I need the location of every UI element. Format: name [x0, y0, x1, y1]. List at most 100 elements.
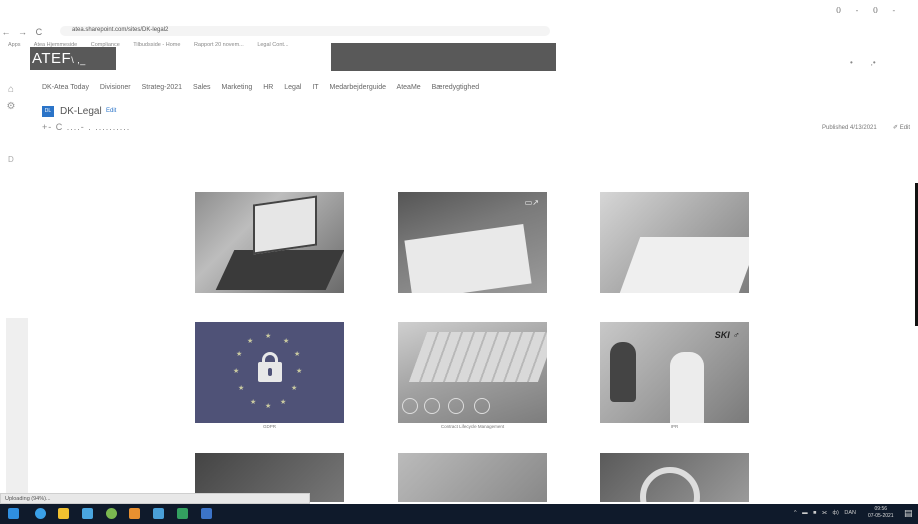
- tile-caption-ski[interactable]: IPR: [600, 424, 749, 429]
- eu-star-icon: ★: [265, 403, 272, 410]
- paper-sheet: [404, 223, 532, 293]
- settings-icon[interactable]: ⚙: [0, 101, 22, 112]
- tile-row3-2[interactable]: [398, 453, 547, 502]
- tray-language[interactable]: DAN: [844, 510, 856, 516]
- atef-suffix: \ ,_: [71, 55, 86, 65]
- tray-network-icon[interactable]: ⫘: [822, 510, 827, 516]
- teams-icon[interactable]: [82, 508, 93, 519]
- bookmark-item[interactable]: Rapport 20 novem...: [194, 42, 244, 48]
- tile-caption-gdpr[interactable]: GDPR: [195, 424, 344, 429]
- left-panel-strip: [6, 318, 28, 494]
- back-icon[interactable]: ←: [0, 27, 12, 37]
- tile-gdpr[interactable]: ★ ★ ★ ★ ★ ★ ★ ★ ★ ★ ★ ★: [195, 322, 344, 423]
- nav-item[interactable]: IT: [312, 84, 318, 91]
- eu-star-icon: ★: [233, 368, 240, 375]
- bookmark-item[interactable]: Legal Cont...: [257, 42, 288, 48]
- eu-star-icon: ★: [291, 385, 298, 392]
- address-bar-url[interactable]: atea.sharepoint.com/sites/DK-legal2: [72, 27, 168, 33]
- window-control[interactable]: 0: [873, 6, 878, 15]
- notification-icon[interactable]: ▤: [904, 508, 913, 519]
- tray-chevron-icon[interactable]: ^: [794, 510, 797, 516]
- atef-label: ATEF: [32, 50, 72, 67]
- breadcrumb: +- C ....- . ..........: [42, 122, 131, 132]
- extension-icon[interactable]: •: [850, 58, 853, 67]
- process-icon: [402, 398, 418, 414]
- redaction-box-right: [331, 43, 556, 71]
- nav-item[interactable]: Bæredygtighed: [432, 84, 479, 91]
- tray-onedrive-icon[interactable]: ▬: [802, 510, 808, 516]
- tray-volume-icon[interactable]: ф): [833, 510, 839, 516]
- left-app-rail: ⌂ ⚙: [0, 80, 22, 124]
- clock-date: 07-05-2021: [868, 513, 894, 519]
- laptop-screen: [253, 195, 317, 255]
- tile-ski[interactable]: SKI ♂: [600, 322, 749, 423]
- tile-laptop[interactable]: [195, 192, 344, 293]
- edge-icon[interactable]: [35, 508, 46, 519]
- process-icon: [474, 398, 490, 414]
- site-title[interactable]: DK-Legal: [60, 106, 102, 117]
- nav-item[interactable]: Legal: [284, 84, 301, 91]
- eu-star-icon: ★: [250, 399, 257, 406]
- eu-star-icon: ★: [238, 385, 245, 392]
- eu-star-icon: ★: [283, 338, 290, 345]
- tile-row3-3[interactable]: [600, 453, 749, 502]
- stray-text: D: [8, 155, 14, 164]
- site-edit-link[interactable]: Edit: [106, 108, 116, 114]
- taskbar-clock[interactable]: 09:56 07-05-2021: [868, 506, 894, 520]
- person-figure: [670, 352, 704, 423]
- nav-item[interactable]: Sales: [193, 84, 211, 91]
- site-logo[interactable]: DL: [42, 106, 54, 117]
- atef-overlay-text: ATEF\ ,_: [32, 50, 86, 67]
- eu-star-icon: ★: [280, 399, 287, 406]
- nav-item[interactable]: HR: [263, 84, 273, 91]
- process-icon: [448, 398, 464, 414]
- upload-status-bar: Uploading (94%)...: [0, 493, 310, 504]
- eu-star-icon: ★: [296, 368, 303, 375]
- file-explorer-icon[interactable]: [58, 508, 69, 519]
- window-controls: 0 - 0 -: [836, 6, 916, 15]
- nav-item[interactable]: DK-Atea Today: [42, 84, 89, 91]
- excel-icon[interactable]: [177, 508, 188, 519]
- eu-star-icon: ★: [294, 351, 301, 358]
- ring-image: [640, 467, 700, 502]
- nav-item[interactable]: Marketing: [222, 84, 253, 91]
- keyboard-image: [408, 332, 547, 382]
- eu-star-icon: ★: [265, 333, 272, 340]
- tray-battery-icon[interactable]: ■: [813, 510, 816, 516]
- bookmark-apps[interactable]: Apps: [8, 42, 21, 48]
- home-icon[interactable]: ⌂: [0, 84, 22, 95]
- page-edit-button[interactable]: ✐ Edit: [893, 124, 910, 131]
- system-tray: ^ ▬ ■ ⫘ ф) DAN: [794, 510, 860, 517]
- tile-documents[interactable]: ▭↗: [398, 192, 547, 293]
- nav-item[interactable]: Strateg-2021: [142, 84, 182, 91]
- chrome-icon[interactable]: [106, 508, 117, 519]
- forward-icon[interactable]: →: [16, 27, 28, 37]
- tile-meeting[interactable]: [600, 192, 749, 293]
- outlook-icon[interactable]: [153, 508, 164, 519]
- window-control[interactable]: -: [856, 6, 859, 15]
- bookmark-item[interactable]: Tilbudsside - Home: [133, 42, 180, 48]
- desk-papers: [619, 237, 749, 293]
- extension-icon[interactable]: ,•: [871, 58, 876, 67]
- eu-star-icon: ★: [247, 338, 254, 345]
- eu-star-icon: ★: [236, 351, 243, 358]
- tile-caption-contract[interactable]: Contract Lifecycle Management: [398, 424, 547, 429]
- start-windows-icon[interactable]: [8, 508, 19, 519]
- window-control[interactable]: -: [893, 6, 896, 15]
- ski-logo: SKI ♂: [714, 330, 739, 340]
- lock-keyhole: [268, 368, 272, 376]
- nav-item[interactable]: Medarbejderguide: [330, 84, 386, 91]
- nav-item[interactable]: AteaMe: [397, 84, 421, 91]
- clock-time: 09:56: [874, 506, 888, 512]
- reload-icon[interactable]: C: [33, 27, 45, 37]
- window-control[interactable]: 0: [836, 6, 841, 15]
- hub-navigation: DK-Atea Today Divisioner Strateg-2021 Sa…: [42, 84, 488, 91]
- process-icon: [424, 398, 440, 414]
- person-figure: [610, 342, 636, 402]
- app-icon[interactable]: [129, 508, 140, 519]
- tile-contract-lifecycle[interactable]: [398, 322, 547, 423]
- external-link-icon[interactable]: ▭↗: [525, 198, 539, 207]
- nav-item[interactable]: Divisioner: [100, 84, 131, 91]
- word-icon[interactable]: [201, 508, 212, 519]
- laptop-keyboard: [215, 250, 344, 290]
